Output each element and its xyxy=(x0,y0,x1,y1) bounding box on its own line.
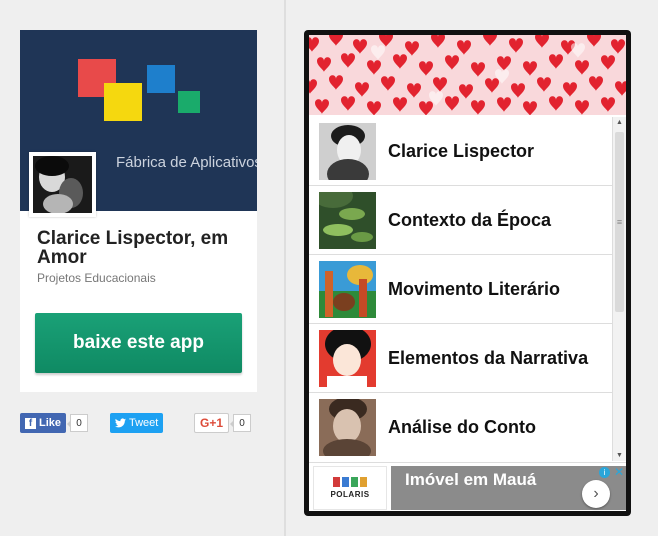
ad-logo: POLARIS xyxy=(313,466,387,510)
facebook-like-count: 0 xyxy=(67,414,89,432)
polaris-logo-icon xyxy=(333,477,367,487)
menu-item[interactable]: Contexto da Época xyxy=(309,186,612,255)
ad-body[interactable]: Imóvel em Mauá i ✕ › xyxy=(391,465,626,510)
logo-square-yellow xyxy=(104,83,142,121)
ad-banner[interactable]: POLARIS Imóvel em Mauá i ✕ › xyxy=(309,462,626,511)
water-lilies-icon xyxy=(319,191,376,249)
column-divider xyxy=(284,0,286,536)
twitter-bird-icon xyxy=(115,418,126,428)
gplus-group: G+1 0 xyxy=(194,413,252,433)
menu-item-label: Elementos da Narrativa xyxy=(388,347,589,368)
ad-text: Imóvel em Mauá xyxy=(405,470,537,489)
menu-item[interactable]: Clarice Lispector xyxy=(309,117,612,186)
portrait-photo-icon xyxy=(319,122,376,180)
scroll-down-arrow-icon[interactable]: ▼ xyxy=(616,452,623,459)
menu-item[interactable]: Movimento Literário xyxy=(309,255,612,324)
ad-brand: POLARIS xyxy=(330,490,370,499)
app-title: Clarice Lispector, em Amor xyxy=(37,228,229,268)
logo-square-blue xyxy=(147,65,175,93)
tropical-painting-icon xyxy=(319,260,376,318)
hearts-pattern xyxy=(309,35,626,115)
menu-item-label: Análise do Conto xyxy=(388,416,536,437)
app-store-card: Fábrica de Aplicativos Clarice Lispector… xyxy=(20,30,257,392)
tweet-button[interactable]: Tweet xyxy=(110,413,164,433)
tweet-group: Tweet xyxy=(110,413,164,433)
gplus-button[interactable]: G+1 xyxy=(194,413,230,433)
menu-item-label: Movimento Literário xyxy=(388,278,561,299)
app-developer: Projetos Educacionais xyxy=(37,271,156,285)
scroll-up-arrow-icon[interactable]: ▲ xyxy=(616,119,623,126)
logo-square-green xyxy=(178,91,200,113)
ad-close-icon[interactable]: ✕ xyxy=(614,465,624,479)
banner-brand-text: Fábrica de Aplicativos xyxy=(116,154,257,171)
facebook-like-group: f Like 0 xyxy=(20,413,89,433)
woman-photo-icon xyxy=(319,398,376,456)
menu-item-label: Clarice Lispector xyxy=(388,140,535,161)
menu-item[interactable]: Análise do Conto xyxy=(309,393,612,461)
ad-info-icon[interactable]: i xyxy=(599,467,610,478)
menu-list: Clarice Lispector Contexto da Época Movi… xyxy=(309,117,612,461)
chevron-right-icon[interactable]: › xyxy=(582,480,610,508)
gplus-count: 0 xyxy=(230,414,252,432)
tweet-label: Tweet xyxy=(129,417,159,429)
facebook-like-button[interactable]: f Like xyxy=(20,413,67,433)
scrollbar-thumb[interactable]: ≡ xyxy=(615,132,624,312)
menu-item-label: Contexto da Época xyxy=(388,209,552,230)
download-app-button[interactable]: baixe este app xyxy=(35,313,242,373)
menu-item[interactable]: Elementos da Narrativa xyxy=(309,324,612,393)
phone-screen: Clarice Lispector Contexto da Época Movi… xyxy=(309,35,626,511)
author-portrait-icon xyxy=(33,156,92,213)
app-icon xyxy=(29,152,96,217)
hearts-header-image xyxy=(309,35,626,115)
phone-frame: Clarice Lispector Contexto da Época Movi… xyxy=(304,30,631,516)
facebook-icon: f xyxy=(25,417,36,429)
woman-illustration-icon xyxy=(319,329,376,387)
facebook-like-label: Like xyxy=(39,417,62,429)
list-scrollbar[interactable]: ▲ ≡ ▼ xyxy=(612,117,626,461)
